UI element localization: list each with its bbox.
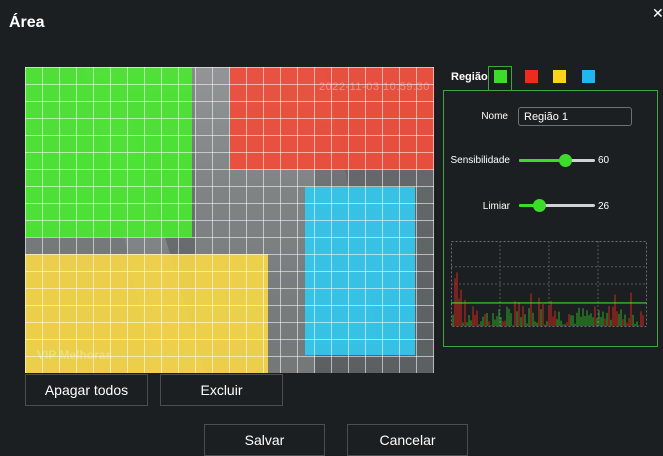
close-icon[interactable]: ✕ (652, 6, 663, 20)
delete-button[interactable]: Excluir (160, 374, 283, 406)
cancel-button[interactable]: Cancelar (347, 424, 468, 456)
region-name-input[interactable] (518, 107, 632, 126)
sensitivity-handle[interactable] (558, 154, 572, 167)
region-swatch-blue[interactable] (582, 70, 595, 83)
dialog-title: Área (9, 14, 45, 31)
threshold-handle[interactable] (532, 199, 546, 212)
sensitivity-slider[interactable] (519, 154, 595, 167)
clear-all-button[interactable]: Apagar todos (25, 374, 148, 406)
video-preview[interactable]: 2022-11-03 10:59:30 VIP Melhoras (25, 67, 434, 373)
region-swatch-green[interactable] (494, 70, 507, 83)
name-label: Nome (481, 111, 508, 122)
save-button[interactable]: Salvar (204, 424, 325, 456)
video-timestamp: 2022-11-03 10:59:30 (319, 81, 430, 93)
motion-histogram (451, 241, 647, 327)
sensitivity-fill (519, 159, 565, 162)
threshold-label: Limiar (482, 201, 510, 212)
sensitivity-value: 60 (598, 155, 610, 166)
region-green[interactable] (25, 67, 192, 237)
threshold-value: 26 (598, 201, 610, 212)
region-swatch-yellow[interactable] (553, 70, 566, 83)
region-swatch-red[interactable] (525, 70, 538, 83)
video-watermark: VIP Melhoras (37, 348, 113, 362)
sensitivity-label: Sensibilidade (450, 155, 511, 166)
threshold-slider[interactable] (519, 199, 595, 212)
region-label: Região (451, 71, 488, 83)
region-blue[interactable] (305, 187, 415, 355)
